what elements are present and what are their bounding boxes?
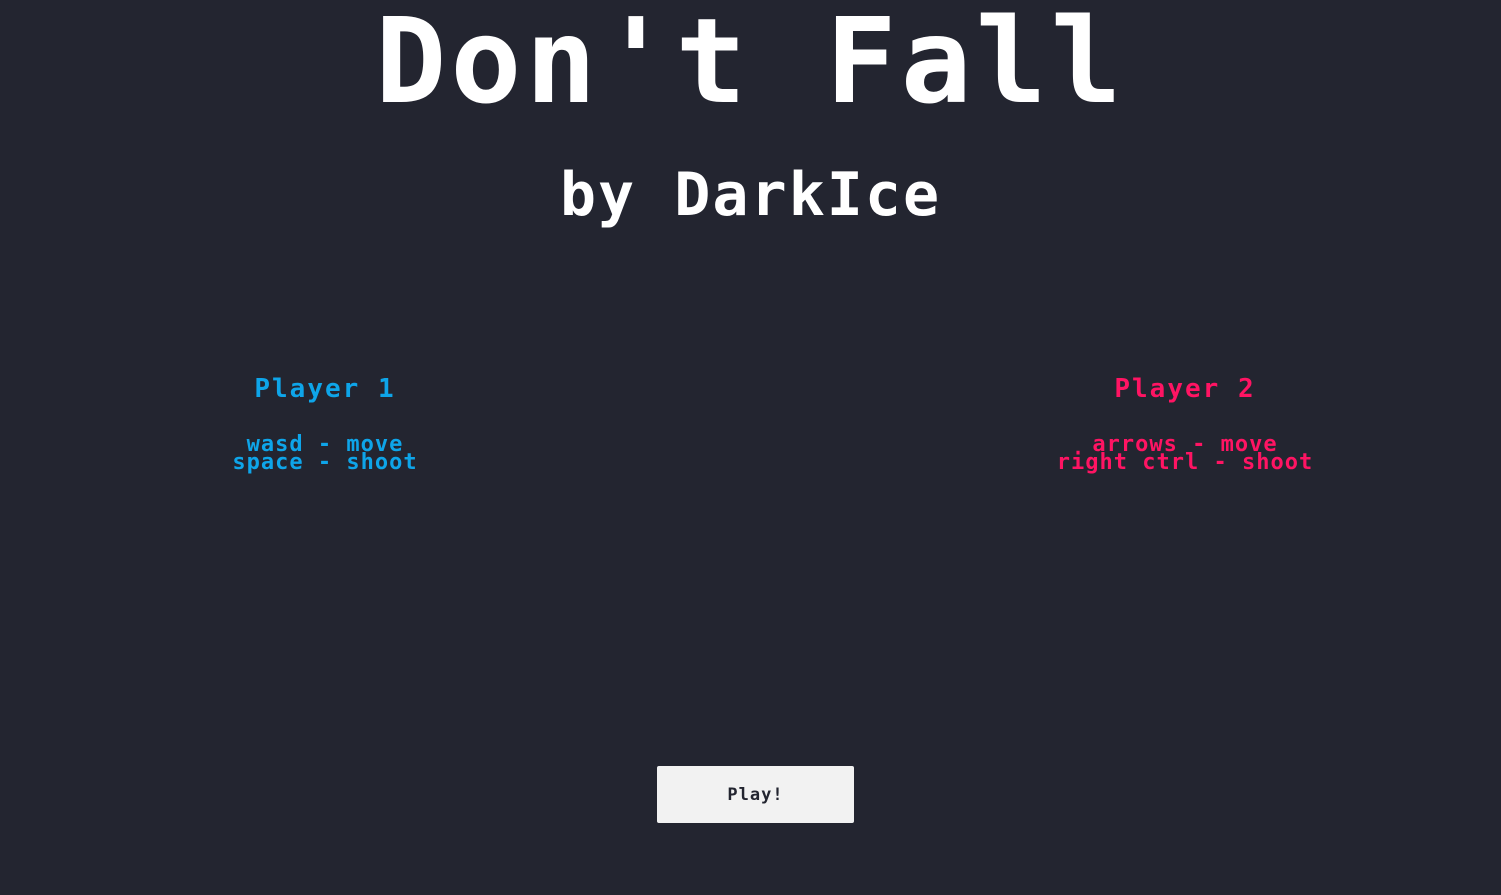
player-1-panel: Player 1 wasd - move space - shoot (115, 372, 535, 475)
player-1-controls: wasd - move space - shoot (115, 434, 535, 475)
play-button[interactable]: Play! (657, 766, 854, 823)
player-2-heading: Player 2 (1114, 374, 1256, 404)
game-title: Don't Fall (375, 0, 1126, 130)
player-1-heading: Player 1 (254, 374, 396, 404)
player-2-panel: Player 2 arrows - move right ctrl - shoo… (975, 372, 1395, 475)
player-1-shoot-control: space - shoot (232, 450, 418, 475)
author-subtitle: by DarkIce (559, 160, 942, 230)
player-2-controls: arrows - move right ctrl - shoot (975, 434, 1395, 475)
player-2-shoot-control: right ctrl - shoot (1056, 450, 1314, 475)
